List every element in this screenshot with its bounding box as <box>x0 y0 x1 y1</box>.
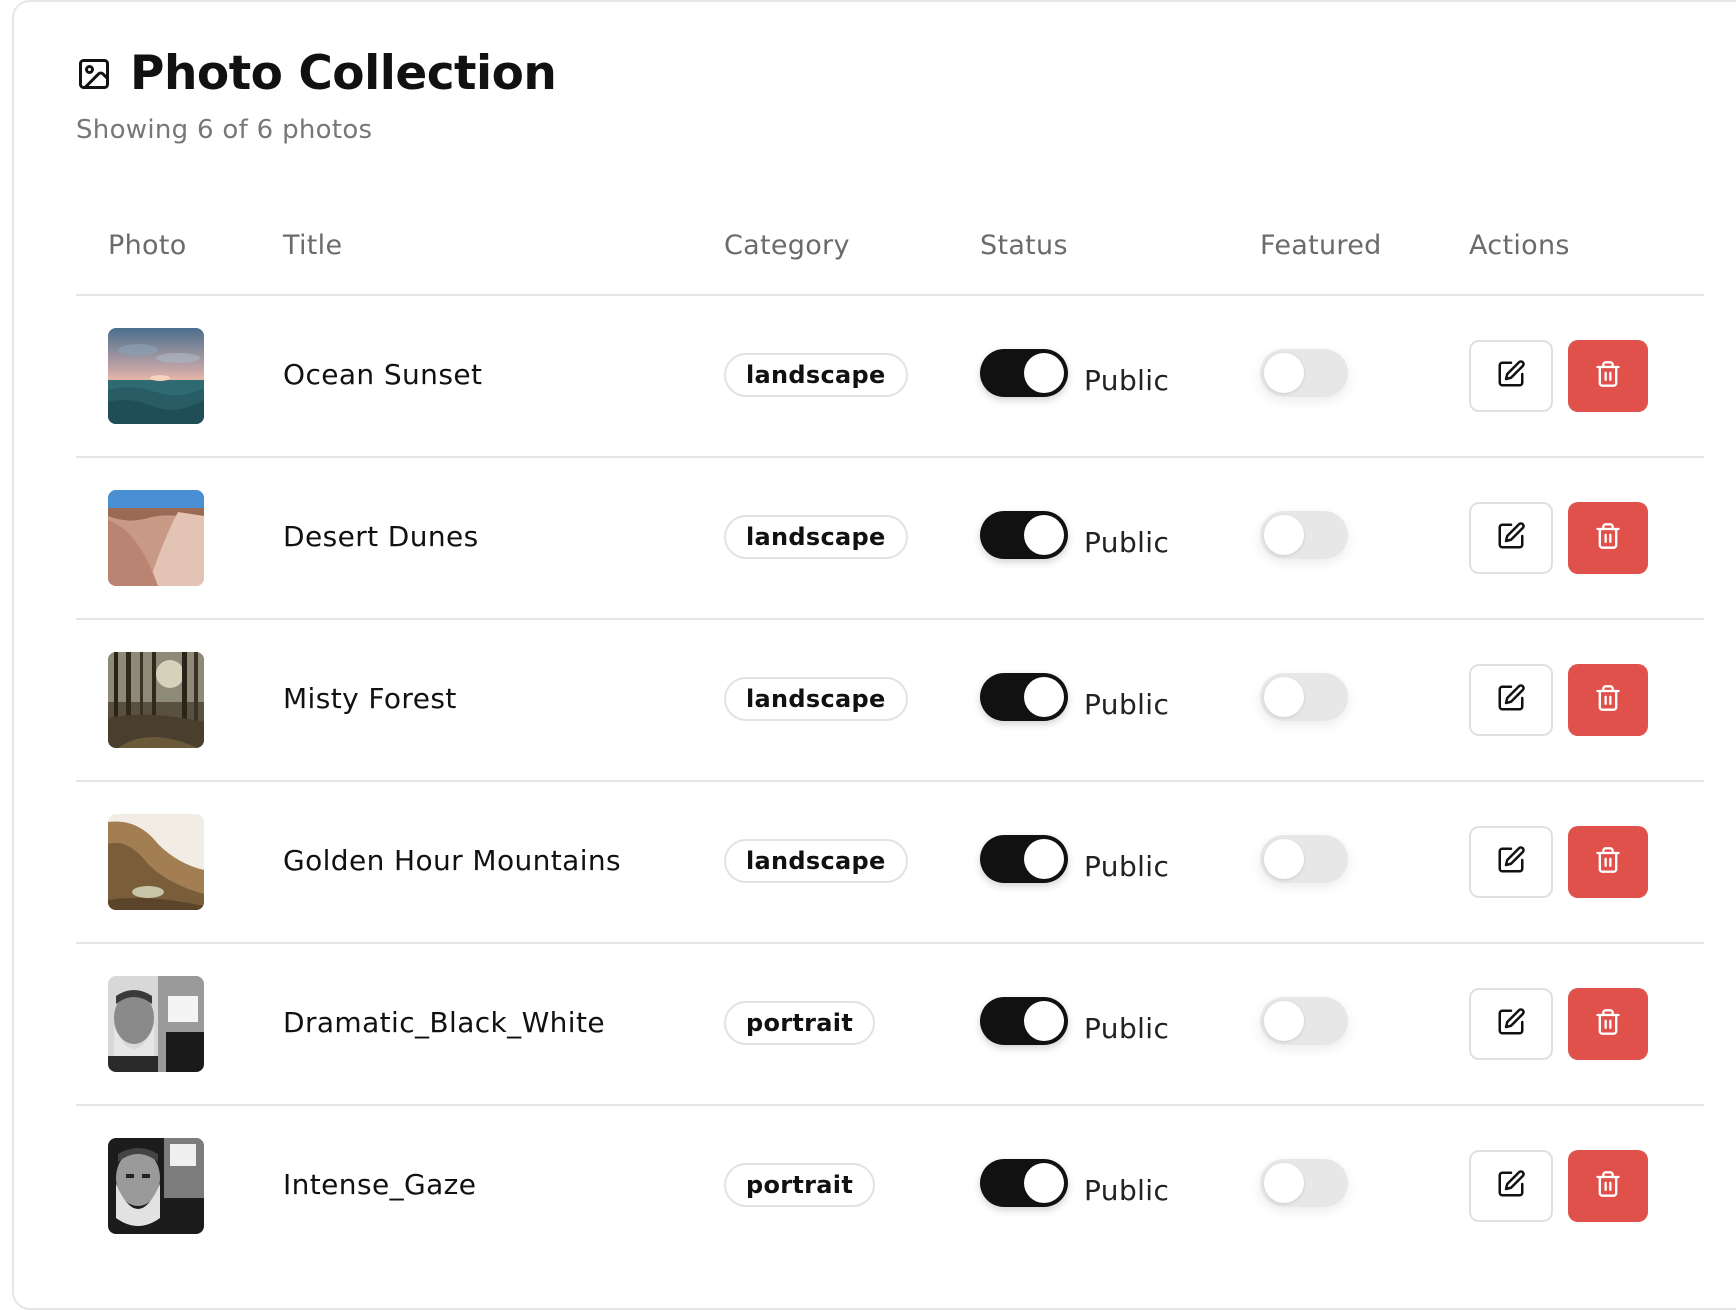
column-header-featured: Featured <box>1260 230 1382 261</box>
status-label: Public <box>1084 850 1170 883</box>
photo-thumbnail[interactable] <box>108 1138 204 1234</box>
toggle-knob <box>1264 353 1304 393</box>
photo-title: Desert Dunes <box>283 520 479 553</box>
photo-thumbnail[interactable] <box>108 490 204 586</box>
photo-title: Misty Forest <box>283 682 457 715</box>
delete-button[interactable] <box>1568 1150 1648 1222</box>
featured-toggle[interactable] <box>1260 349 1348 397</box>
photo-collection-card: Photo Collection Showing 6 of 6 photos P… <box>12 0 1736 1310</box>
edit-icon <box>1496 1007 1526 1041</box>
table-header: Photo Title Category Status Featured Act… <box>76 202 1704 296</box>
status-label: Public <box>1084 1174 1170 1207</box>
photo-thumbnail[interactable] <box>108 328 204 424</box>
edit-button[interactable] <box>1469 1150 1553 1222</box>
image-icon <box>76 56 112 92</box>
trash-icon <box>1594 522 1622 554</box>
delete-button[interactable] <box>1568 826 1648 898</box>
delete-button[interactable] <box>1568 340 1648 412</box>
trash-icon <box>1594 684 1622 716</box>
edit-button[interactable] <box>1469 826 1553 898</box>
status-toggle[interactable] <box>980 673 1068 721</box>
toggle-knob <box>1024 353 1064 393</box>
status-toggle[interactable] <box>980 349 1068 397</box>
photo-title: Golden Hour Mountains <box>283 844 622 877</box>
featured-toggle[interactable] <box>1260 997 1348 1045</box>
edit-button[interactable] <box>1469 664 1553 736</box>
photo-count-text: Showing 6 of 6 photos <box>76 115 373 145</box>
column-header-category: Category <box>724 230 850 261</box>
status-toggle[interactable] <box>980 1159 1068 1207</box>
table-row: Intense_Gaze portrait Public <box>76 1106 1704 1268</box>
delete-button[interactable] <box>1568 988 1648 1060</box>
table-row: Golden Hour Mountains landscape Public <box>76 782 1704 944</box>
column-header-photo: Photo <box>108 230 187 261</box>
trash-icon <box>1594 846 1622 878</box>
toggle-knob <box>1264 1001 1304 1041</box>
trash-icon <box>1594 1170 1622 1202</box>
featured-toggle[interactable] <box>1260 835 1348 883</box>
edit-icon <box>1496 521 1526 555</box>
photo-thumbnail[interactable] <box>108 814 204 910</box>
column-header-actions: Actions <box>1469 230 1570 261</box>
header: Photo Collection Showing 6 of 6 photos <box>76 46 557 145</box>
title-row: Photo Collection <box>76 46 557 101</box>
featured-toggle[interactable] <box>1260 511 1348 559</box>
status-toggle[interactable] <box>980 835 1068 883</box>
photo-title: Dramatic_Black_White <box>283 1006 605 1039</box>
status-label: Public <box>1084 1012 1170 1045</box>
category-badge: landscape <box>724 515 908 559</box>
featured-toggle[interactable] <box>1260 673 1348 721</box>
edit-button[interactable] <box>1469 988 1553 1060</box>
status-label: Public <box>1084 364 1170 397</box>
column-header-title: Title <box>283 230 343 261</box>
status-toggle[interactable] <box>980 511 1068 559</box>
toggle-knob <box>1264 1163 1304 1203</box>
page-title: Photo Collection <box>130 46 557 101</box>
status-label: Public <box>1084 688 1170 721</box>
photo-title: Ocean Sunset <box>283 358 483 391</box>
table-row: Misty Forest landscape Public <box>76 620 1704 782</box>
edit-icon <box>1496 683 1526 717</box>
toggle-knob <box>1264 677 1304 717</box>
photo-thumbnail[interactable] <box>108 652 204 748</box>
edit-icon <box>1496 359 1526 393</box>
column-header-status: Status <box>980 230 1068 261</box>
status-label: Public <box>1084 526 1170 559</box>
edit-icon <box>1496 1169 1526 1203</box>
toggle-knob <box>1024 677 1064 717</box>
toggle-knob <box>1264 839 1304 879</box>
edit-button[interactable] <box>1469 502 1553 574</box>
featured-toggle[interactable] <box>1260 1159 1348 1207</box>
status-toggle[interactable] <box>980 997 1068 1045</box>
toggle-knob <box>1024 1001 1064 1041</box>
toggle-knob <box>1024 1163 1064 1203</box>
table-row: Desert Dunes landscape Public <box>76 458 1704 620</box>
edit-icon <box>1496 845 1526 879</box>
edit-button[interactable] <box>1469 340 1553 412</box>
table-row: Dramatic_Black_White portrait Public <box>76 944 1704 1106</box>
trash-icon <box>1594 1008 1622 1040</box>
toggle-knob <box>1024 839 1064 879</box>
category-badge: landscape <box>724 839 908 883</box>
trash-icon <box>1594 360 1622 392</box>
toggle-knob <box>1024 515 1064 555</box>
photo-thumbnail[interactable] <box>108 976 204 1072</box>
table-row: Ocean Sunset landscape Public <box>76 296 1704 458</box>
delete-button[interactable] <box>1568 502 1648 574</box>
category-badge: landscape <box>724 353 908 397</box>
delete-button[interactable] <box>1568 664 1648 736</box>
category-badge: landscape <box>724 677 908 721</box>
category-badge: portrait <box>724 1001 876 1045</box>
toggle-knob <box>1264 515 1304 555</box>
category-badge: portrait <box>724 1163 876 1207</box>
photo-title: Intense_Gaze <box>283 1168 477 1201</box>
